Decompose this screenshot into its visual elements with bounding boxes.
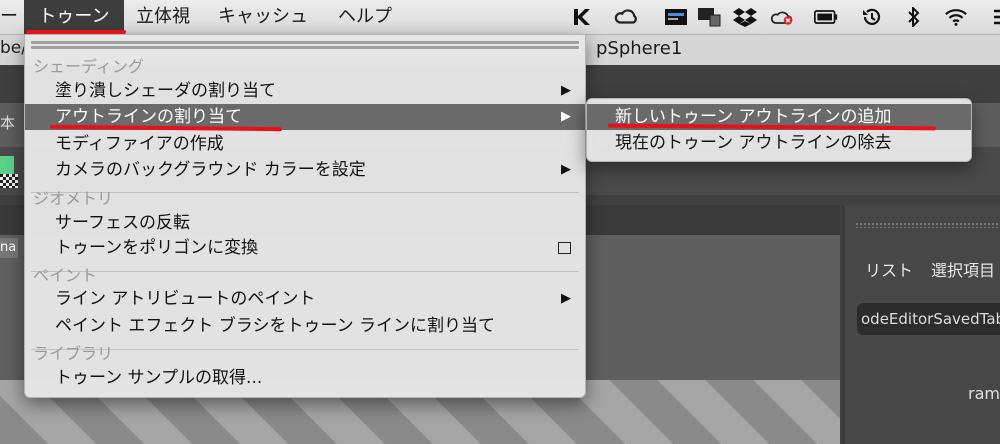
menubar-item-previous[interactable]: ー — [0, 0, 18, 34]
option-box-icon[interactable] — [558, 242, 571, 254]
submenu-arrow-icon: ▶ — [561, 162, 571, 177]
wifi-icon[interactable] — [944, 7, 968, 27]
control-center-icon[interactable] — [986, 7, 1000, 27]
tear-off-handle-line[interactable] — [31, 46, 579, 49]
toon-menu: シェーディング 塗り潰しシェーダの割り当て ▶ アウトラインの割り当て ▶ モデ… — [24, 34, 586, 398]
annotation-underline-toon — [26, 30, 126, 34]
display-icon[interactable] — [664, 7, 688, 27]
menu-item-assign-paint-effects-brush[interactable]: ペイント エフェクト ブラシをトゥーン ラインに割り当て — [25, 313, 585, 339]
submenu-arrow-icon: ▶ — [561, 291, 571, 306]
submenu-item-remove-current-toon-outline[interactable]: 現在のトゥーン アウトラインの除去 — [587, 130, 971, 156]
menu-item-reverse-surfaces[interactable]: サーフェスの反転 — [25, 210, 585, 236]
section-paint: ペイント — [33, 266, 98, 285]
menubar-item-toon[interactable]: トゥーン — [24, 0, 124, 34]
menu-item-label: ペイント エフェクト ブラシをトゥーン ラインに割り当て — [55, 316, 496, 336]
menubar-item-cache[interactable]: キャッシュ — [218, 0, 308, 34]
panel-list-menu[interactable]: リスト — [865, 257, 913, 281]
menubar-item-help[interactable]: ヘルプ — [338, 0, 392, 34]
menu-item-label: ライン アトリビュートのペイント — [55, 289, 316, 309]
menu-item-label: トゥーンをポリゴンに変換 — [55, 238, 259, 258]
menu-item-label: サーフェスの反転 — [55, 213, 190, 233]
status-line-label: 本 — [0, 114, 16, 132]
menu-divider — [31, 349, 579, 350]
panel-drag-handle[interactable] — [855, 222, 1000, 228]
cloud-error-icon[interactable] — [770, 7, 794, 27]
menu-item-label: トゥーン サンプルの取得... — [55, 368, 263, 388]
ramp-label: ramp — [968, 384, 1000, 403]
section-geometry: ジオメトリ — [33, 189, 114, 208]
menu-item-get-toon-example[interactable]: トゥーン サンプルの取得... — [25, 365, 585, 391]
object-name-label: pSphere1 — [596, 38, 683, 59]
section-library: ライブラリ — [33, 344, 114, 363]
menu-divider — [31, 271, 579, 272]
menubar: ー トゥーン 立体視 キャッシュ ヘルプ — [0, 0, 1000, 35]
bluetooth-icon[interactable] — [902, 7, 926, 27]
menu-item-label: カメラのバックグラウンド カラーを設定 — [55, 160, 366, 180]
menubar-item-stereo[interactable]: 立体視 — [136, 0, 190, 34]
monitor-icon[interactable] — [697, 7, 721, 27]
time-machine-icon[interactable] — [860, 7, 884, 27]
tear-off-handle[interactable] — [31, 41, 579, 44]
menu-item-create-modifier[interactable]: モディファイアの作成 — [25, 131, 585, 157]
menu-divider — [31, 192, 579, 193]
menu-item-set-camera-background[interactable]: カメラのバックグラウンド カラーを設定 ▶ — [25, 157, 585, 183]
section-shading: シェーディング — [33, 57, 144, 76]
shelf-checker-icon[interactable] — [0, 174, 18, 188]
submenu-arrow-icon: ▶ — [561, 83, 571, 98]
node-editor-tab-field[interactable]: odeEditorSavedTab — [857, 303, 1000, 335]
dropbox-icon[interactable] — [733, 7, 757, 27]
panel-selection-menu[interactable]: 選択項目 — [931, 257, 995, 281]
menu-item-label: 塗り潰しシェーダの割り当て — [55, 81, 276, 101]
viewport-panel-label: na — [0, 238, 18, 258]
menu-item-assign-fill-shader[interactable]: 塗り潰しシェーダの割り当て ▶ — [25, 78, 585, 104]
k-icon[interactable] — [570, 7, 594, 27]
title-path-fragment: be/ — [0, 38, 27, 58]
submenu-arrow-icon: ▶ — [561, 109, 571, 124]
menu-item-label: アウトラインの割り当て — [55, 107, 242, 127]
menu-item-paint-line-attributes[interactable]: ライン アトリビュートのペイント ▶ — [25, 286, 585, 312]
menu-item-toon-to-polygons[interactable]: トゥーンをポリゴンに変換 — [25, 235, 585, 261]
creative-cloud-icon[interactable] — [614, 7, 638, 27]
menu-item-label: モディファイアの作成 — [55, 134, 224, 154]
battery-icon[interactable] — [814, 7, 838, 27]
shelf-cube-icon[interactable] — [0, 156, 14, 174]
